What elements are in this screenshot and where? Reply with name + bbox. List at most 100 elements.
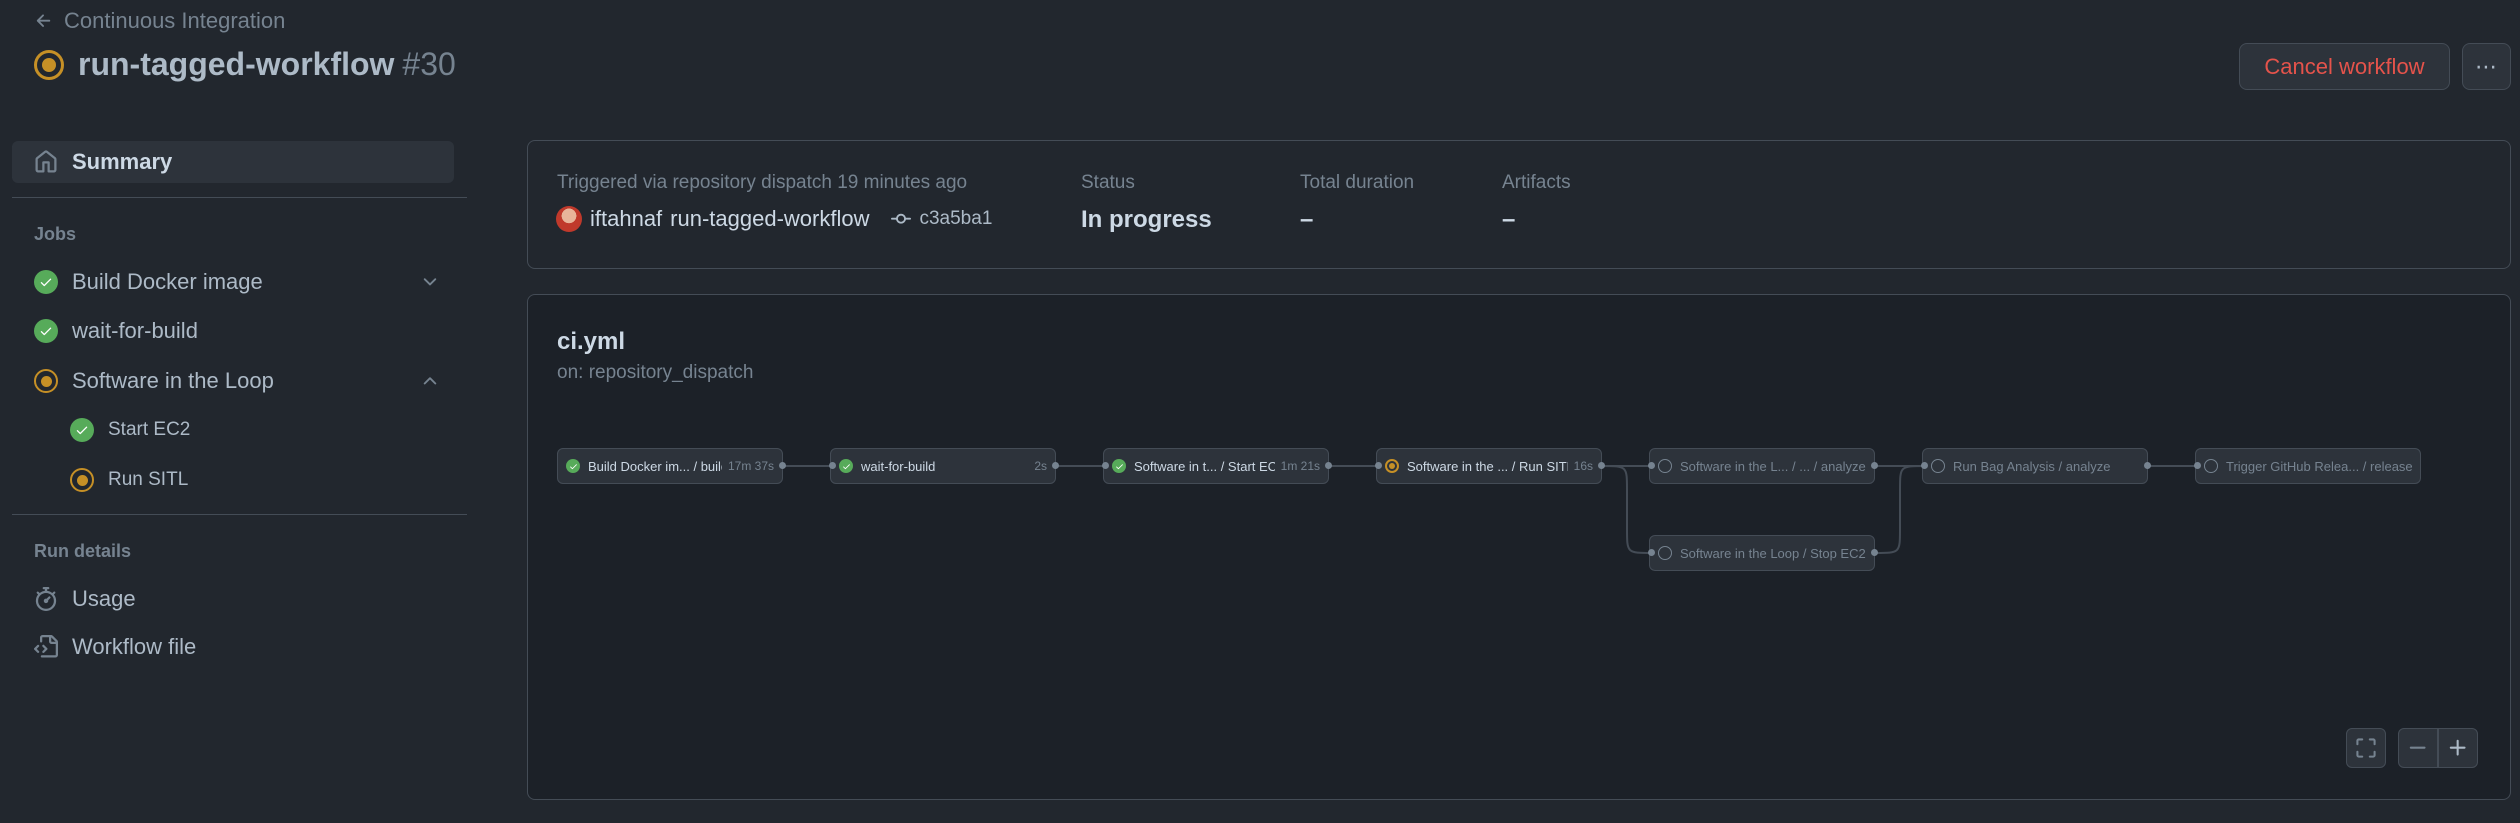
sidebar-step-run-sitl[interactable]: Run SITL: [70, 466, 446, 494]
actor-link[interactable]: iftahnaf: [590, 206, 662, 232]
avatar[interactable]: [556, 206, 582, 232]
sidebar-item-usage[interactable]: Usage: [34, 584, 446, 614]
back-link-label: Continuous Integration: [64, 8, 286, 33]
check-circle-icon: [1112, 459, 1126, 473]
pending-circle-icon: [1658, 546, 1672, 560]
graph-node-release[interactable]: Trigger GitHub Relea... / release: [2195, 448, 2421, 484]
pending-circle-icon: [2204, 459, 2218, 473]
sidebar-item-label: Usage: [72, 586, 136, 611]
graph-node-label: Software in the L... / ... / analyze: [1680, 458, 1866, 474]
graph-node-label: Trigger GitHub Relea... / release: [2226, 458, 2412, 474]
run-details-heading: Run details: [34, 541, 132, 561]
home-icon: [35, 150, 57, 173]
node-port: [1871, 462, 1878, 469]
graph-node-label: Run Bag Analysis / analyze: [1953, 458, 2111, 474]
graph-node-duration: 2s: [1034, 459, 1047, 473]
sidebar-item-summary-label: Summary: [72, 149, 173, 174]
sidebar-job-build-docker-image[interactable]: Build Docker image: [34, 267, 446, 297]
graph-node-run-sitl[interactable]: Software in the ... / Run SITL 16s: [1376, 448, 1602, 484]
node-port: [1598, 462, 1605, 469]
edge: [1601, 465, 1653, 554]
in-progress-icon: [34, 49, 64, 80]
sidebar-job-wait-for-build[interactable]: wait-for-build: [34, 316, 446, 346]
graph-node-duration: 1m 21s: [1280, 459, 1320, 473]
node-port: [1871, 549, 1878, 556]
in-progress-icon: [70, 468, 94, 492]
artifacts-value: –: [1502, 206, 1516, 233]
zoom-out-button[interactable]: [2398, 728, 2438, 768]
node-port: [2144, 462, 2151, 469]
arrow-left-icon: [36, 14, 51, 27]
graph-node-label: Build Docker im... / build: [588, 458, 722, 474]
back-link[interactable]: Continuous Integration: [34, 8, 285, 34]
run-number: #30: [402, 46, 456, 82]
status-value: In progress: [1081, 206, 1212, 233]
sidebar-job-software-in-the-loop[interactable]: Software in the Loop: [34, 366, 446, 396]
run-summary-card: [527, 140, 2511, 269]
sidebar-divider: [12, 197, 467, 198]
node-port: [1052, 462, 1059, 469]
plus-icon: [2449, 739, 2466, 756]
node-port: [1648, 462, 1655, 469]
graph-connectors: [783, 465, 2198, 554]
more-options-button[interactable]: ⋯: [2462, 43, 2511, 90]
page-title-row: run-tagged-workflow #30: [34, 46, 456, 83]
sidebar-job-label: Build Docker image: [72, 269, 263, 294]
page-title: run-tagged-workflow: [78, 46, 395, 82]
graph-node-wait-for-build[interactable]: wait-for-build 2s: [830, 448, 1056, 484]
edge: [1874, 465, 1926, 554]
graph-node-label: Software in the Loop / Stop EC2: [1680, 545, 1866, 561]
node-port: [1102, 462, 1109, 469]
cancel-workflow-button[interactable]: Cancel workflow: [2239, 43, 2450, 90]
chevron-down-icon[interactable]: [420, 272, 440, 292]
duration-value: –: [1300, 206, 1314, 233]
git-commit-icon: [891, 213, 912, 224]
sidebar-step-label: Run SITL: [108, 469, 189, 490]
artifacts-label: Artifacts: [1502, 172, 1571, 193]
sidebar-step-label: Start EC2: [108, 419, 191, 440]
check-circle-icon: [566, 459, 580, 473]
workflow-name: run-tagged-workflow: [670, 206, 870, 231]
screen-full-icon: [2356, 738, 2376, 758]
pending-circle-icon: [1658, 459, 1672, 473]
status-label: Status: [1081, 172, 1135, 193]
in-progress-icon: [34, 369, 58, 393]
node-port: [829, 462, 836, 469]
graph-node-duration: 16s: [1573, 459, 1593, 473]
pending-circle-icon: [1931, 459, 1945, 473]
trigger-text: Triggered via repository dispatch 19 min…: [557, 172, 968, 193]
sidebar-divider: [12, 514, 467, 515]
sidebar-step-start-ec2[interactable]: Start EC2: [70, 416, 446, 444]
graph-node-label: Software in t... / Start EC2: [1134, 458, 1275, 474]
node-port: [1648, 549, 1655, 556]
sidebar-item-workflow-file[interactable]: Workflow file: [34, 632, 446, 662]
chevron-up-icon[interactable]: [420, 371, 440, 391]
node-port: [1375, 462, 1382, 469]
sidebar-item-summary[interactable]: Summary: [12, 141, 454, 183]
check-circle-icon: [34, 319, 58, 343]
file-code-icon: [34, 635, 58, 658]
dash-icon: [2409, 746, 2426, 749]
graph-node-start-ec2[interactable]: Software in t... / Start EC2 1m 21s: [1103, 448, 1329, 484]
sidebar-job-label: Software in the Loop: [72, 368, 274, 393]
node-port: [2194, 462, 2201, 469]
check-circle-icon: [70, 418, 94, 442]
jobs-heading: Jobs: [34, 224, 77, 244]
sidebar-job-label: wait-for-build: [72, 318, 198, 343]
duration-label: Total duration: [1300, 172, 1415, 193]
graph-node-label: wait-for-build: [861, 458, 936, 474]
zoom-in-button[interactable]: [2438, 728, 2478, 768]
graph-node-bag-analysis[interactable]: Run Bag Analysis / analyze: [1922, 448, 2148, 484]
stopwatch-icon: [35, 587, 57, 611]
graph-node-label: Software in the ... / Run SITL: [1407, 458, 1568, 474]
node-port: [1921, 462, 1928, 469]
graph-node-stop-ec2[interactable]: Software in the Loop / Stop EC2: [1649, 535, 1875, 571]
fullscreen-button[interactable]: [2346, 728, 2386, 768]
graph-node-analyze[interactable]: Software in the L... / ... / analyze: [1649, 448, 1875, 484]
graph-node-build[interactable]: Build Docker im... / build 17m 37s: [557, 448, 783, 484]
commit-sha: c3a5ba1: [919, 208, 993, 229]
node-port: [779, 462, 786, 469]
node-port: [1325, 462, 1332, 469]
kebab-horizontal-icon: ⋯: [2475, 53, 2498, 79]
commit-link[interactable]: c3a5ba1: [891, 208, 992, 230]
